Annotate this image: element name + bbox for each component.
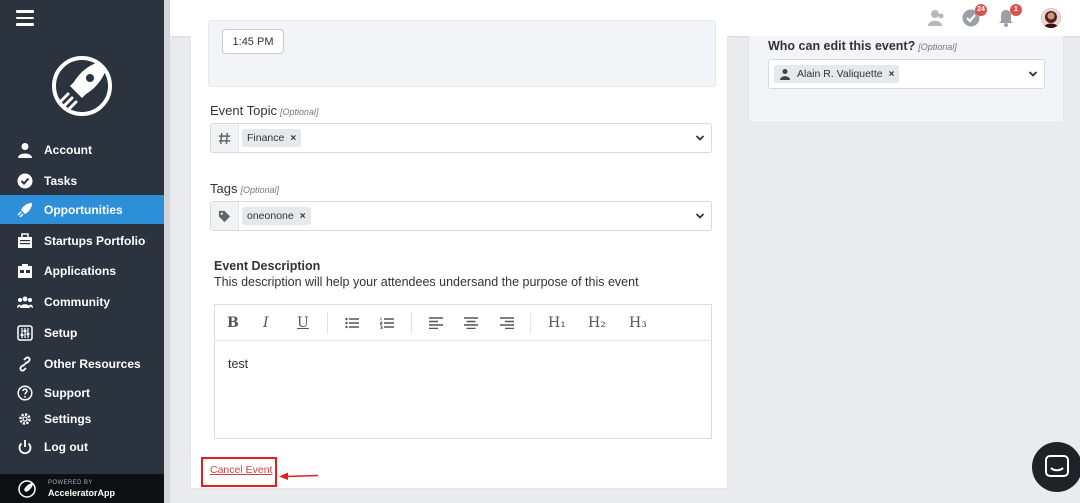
sidebar-item-applications[interactable]: Applications: [0, 256, 164, 285]
chevron-down-icon[interactable]: [695, 133, 705, 143]
tasks-check-icon[interactable]: 24: [961, 4, 987, 28]
menu-icon[interactable]: [16, 10, 34, 26]
who-can-edit-label: Who can edit this event? [Optional]: [768, 39, 957, 53]
sidebar-item-setup[interactable]: Setup: [0, 318, 164, 347]
chip-label: Alain R. Valiquette: [797, 68, 883, 80]
sidebar: Account Tasks Opportunities Startups Por…: [0, 0, 164, 503]
event-description-subtitle: This description will help your attendee…: [214, 275, 639, 289]
editor-toolbar: B I U H₁ H₂ H₃: [215, 305, 711, 341]
event-description-title: Event Description: [214, 259, 321, 273]
power-icon: [17, 439, 33, 455]
sidebar-item-label: Applications: [44, 263, 117, 278]
heading-2-button[interactable]: H₂: [588, 313, 606, 333]
optional-hint: [Optional]: [918, 42, 957, 52]
sidebar-item-startups-portfolio[interactable]: Startups Portfolio: [0, 226, 164, 255]
rocket-logo-icon: [18, 480, 36, 498]
remove-chip-icon[interactable]: ×: [300, 211, 306, 222]
hashtag-icon: [211, 124, 239, 152]
numbered-list-icon[interactable]: [380, 313, 394, 333]
toolbar-divider: [327, 312, 328, 334]
sidebar-item-label: Other Resources: [44, 356, 141, 371]
rocket-icon: [17, 202, 33, 218]
sidebar-item-settings[interactable]: Settings: [0, 404, 164, 433]
user-icon: [17, 142, 33, 158]
sidebar-item-label: Log out: [44, 439, 88, 454]
event-topic-chip: Finance ×: [242, 129, 302, 147]
heading-1-button[interactable]: H₁: [548, 313, 566, 333]
bell-icon[interactable]: 1: [996, 4, 1022, 28]
editor-chip: Alain R. Valiquette ×: [774, 65, 900, 83]
time-select-button[interactable]: 1:45 PM: [222, 29, 284, 54]
notifications-badge: 1: [1010, 4, 1022, 16]
editor-content[interactable]: test: [228, 357, 248, 371]
bullet-list-icon[interactable]: [345, 313, 359, 333]
toolbar-divider: [411, 312, 412, 334]
check-circle-icon: [17, 173, 33, 189]
powered-by-brand: AcceleratorApp: [48, 488, 116, 498]
rocket-logo-icon: [52, 56, 112, 116]
italic-button[interactable]: I: [263, 313, 269, 333]
toolbar-divider: [530, 312, 531, 334]
chip-label: oneonone: [247, 210, 294, 222]
sidebar-item-account[interactable]: Account: [0, 135, 164, 164]
event-topic-select[interactable]: Finance ×: [210, 123, 712, 153]
chevron-down-icon[interactable]: [1028, 69, 1038, 79]
tags-chip: oneonone ×: [242, 207, 311, 225]
tags-select[interactable]: oneonone ×: [210, 201, 712, 231]
sidebar-item-label: Opportunities: [44, 202, 123, 217]
sidebar-item-label: Startups Portfolio: [44, 233, 146, 248]
sliders-icon: [17, 324, 33, 341]
sidebar-item-label: Support: [44, 385, 90, 400]
briefcase-icon: [17, 232, 33, 249]
sidebar-item-tasks[interactable]: Tasks: [0, 166, 164, 195]
link-icon: [17, 355, 33, 372]
optional-hint: [Optional]: [240, 185, 279, 195]
chat-icon: [1045, 455, 1069, 477]
tags-label: Tags [Optional]: [210, 181, 279, 196]
person-avatar-icon: [780, 69, 790, 80]
chat-launcher-button[interactable]: [1032, 442, 1080, 492]
who-can-edit-label-text: Who can edit this event?: [768, 39, 916, 53]
sidebar-item-label: Account: [44, 142, 92, 157]
remove-chip-icon[interactable]: ×: [290, 133, 296, 144]
users-icon: [17, 294, 33, 310]
event-topic-label-text: Event Topic: [210, 103, 277, 118]
bold-button[interactable]: B: [227, 313, 239, 333]
gear-icon: [17, 411, 33, 427]
tasks-badge: 24: [975, 4, 987, 16]
sidebar-item-label: Community: [44, 294, 110, 309]
sidebar-item-log-out[interactable]: Log out: [0, 432, 164, 461]
sidebar-item-support[interactable]: Support: [0, 378, 164, 407]
align-center-icon[interactable]: [464, 313, 478, 333]
time-card: [208, 20, 716, 87]
powered-by-label: POWERED BY: [48, 480, 93, 486]
sidebar-item-label: Setup: [44, 325, 78, 340]
optional-hint: [Optional]: [279, 107, 319, 117]
avatar[interactable]: [1041, 8, 1061, 28]
user-add-icon[interactable]: [926, 8, 946, 28]
align-right-icon[interactable]: [500, 313, 514, 333]
underline-button[interactable]: U: [297, 313, 309, 333]
who-can-edit-select[interactable]: Alain R. Valiquette ×: [768, 59, 1045, 89]
sidebar-item-opportunities[interactable]: Opportunities: [0, 195, 164, 224]
chip-label: Finance: [247, 132, 285, 144]
tags-label-text: Tags: [210, 181, 238, 196]
sidebar-item-other-resources[interactable]: Other Resources: [0, 349, 164, 378]
cancel-event-link[interactable]: Cancel Event: [210, 464, 272, 476]
heading-3-button[interactable]: H₃: [629, 313, 647, 333]
sidebar-scrollbar[interactable]: [164, 0, 170, 503]
clipboard-icon: [17, 263, 33, 279]
rich-text-editor[interactable]: B I U H₁ H₂ H₃ test: [214, 304, 712, 439]
arrow-icon: [279, 472, 319, 480]
sidebar-item-label: Tasks: [44, 173, 78, 188]
sidebar-item-community[interactable]: Community: [0, 287, 164, 316]
tag-icon: [211, 202, 239, 230]
sidebar-item-label: Settings: [44, 411, 92, 426]
remove-chip-icon[interactable]: ×: [889, 69, 895, 80]
event-topic-label: Event Topic [Optional]: [210, 103, 319, 118]
powered-by-footer: POWERED BY AcceleratorApp: [0, 474, 164, 503]
chevron-down-icon[interactable]: [695, 211, 705, 221]
question-circle-icon: [17, 384, 33, 401]
align-left-icon[interactable]: [429, 313, 443, 333]
